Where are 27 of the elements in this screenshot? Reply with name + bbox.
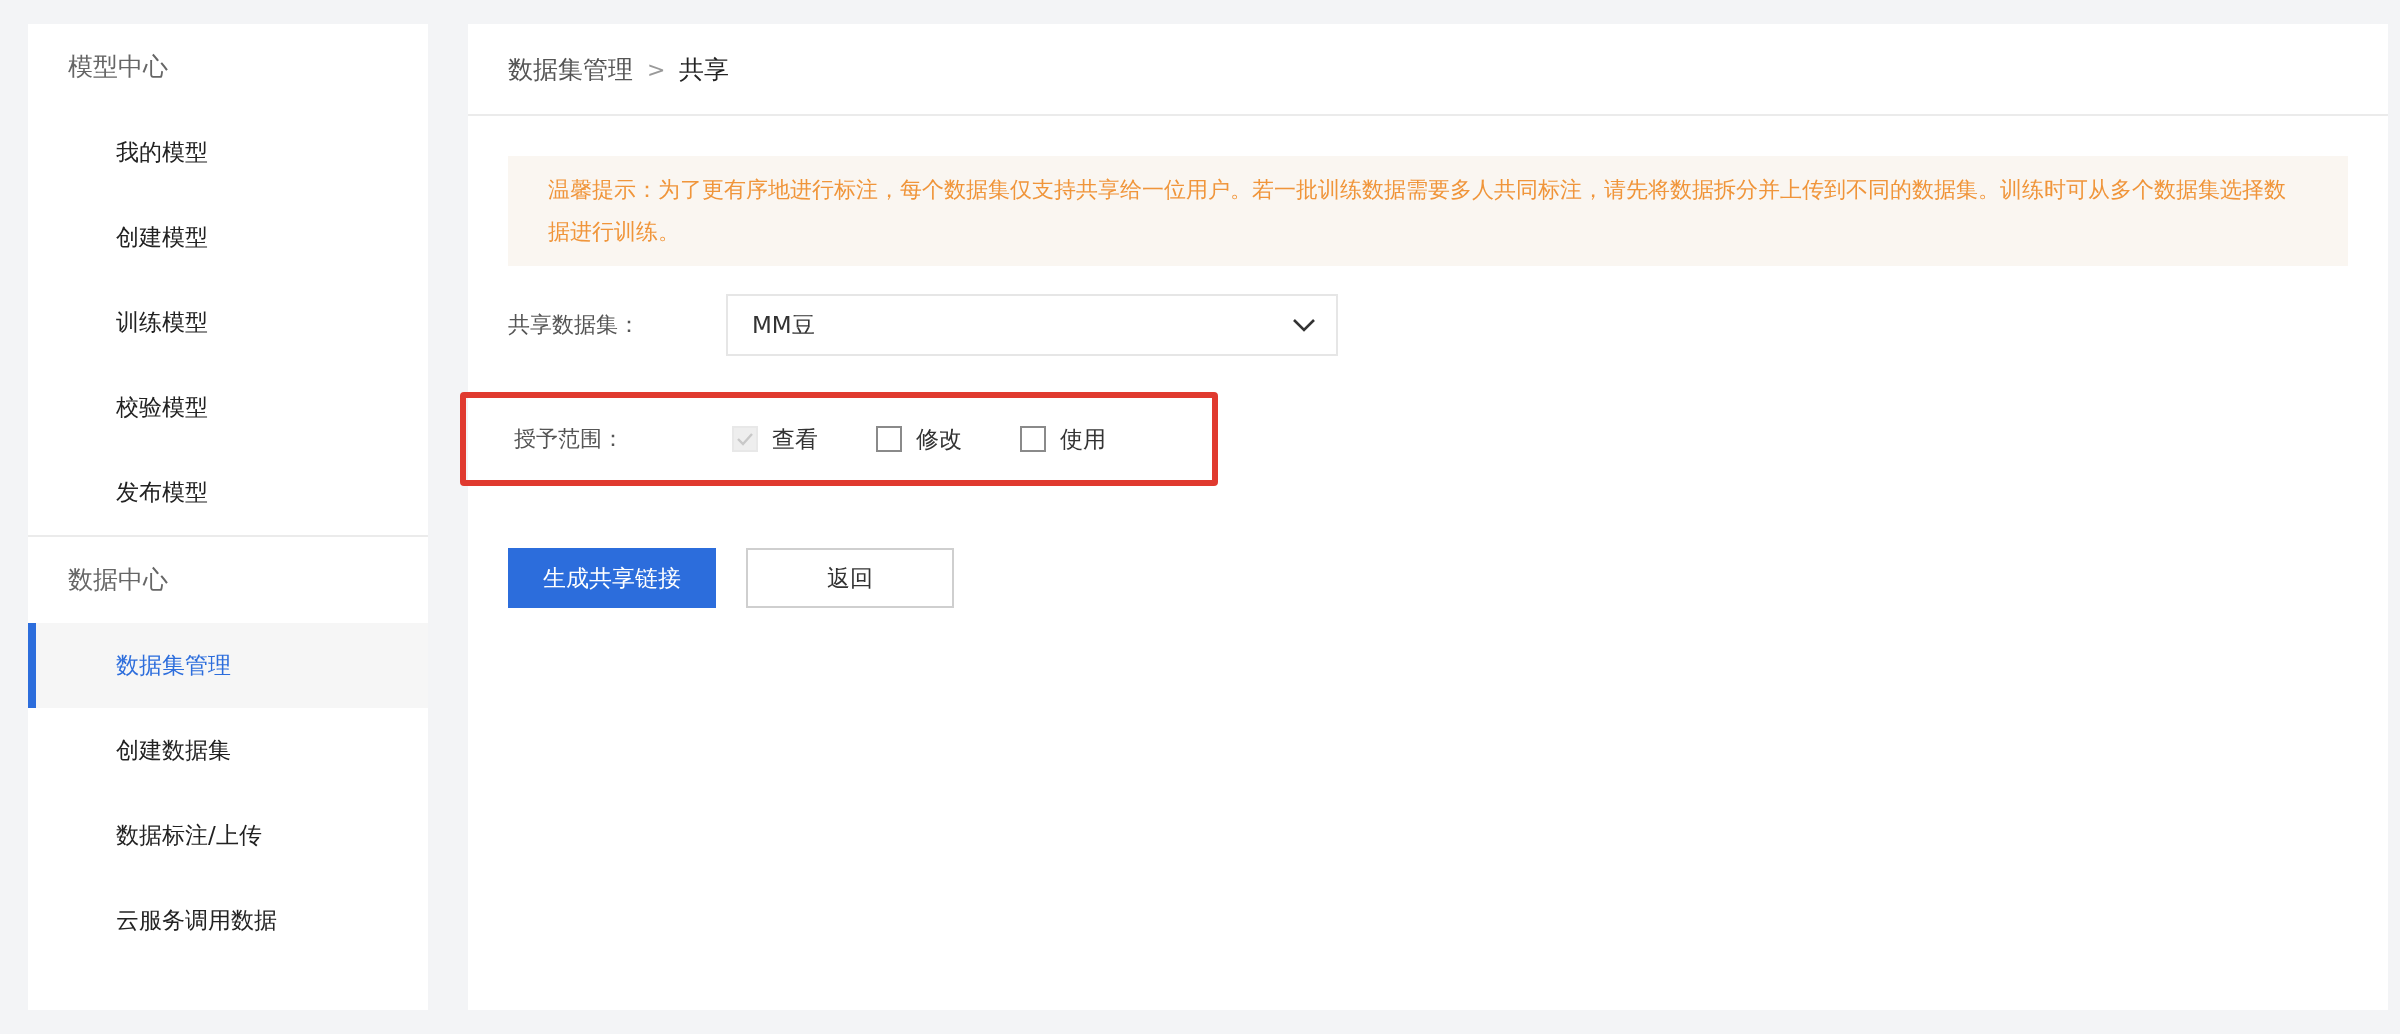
sidebar-item[interactable]: 创建数据集 [28, 708, 428, 793]
notice-banner: 温馨提示：为了更有序地进行标注，每个数据集仅支持共享给一位用户。若一批训练数据需要多人共同标注，请先将数据拆分并上传到不同的数据集。训练时可从多个数据集选择数据进行训练。 [508, 156, 2348, 266]
breadcrumb-current: 共享 [679, 53, 730, 86]
sidebar-item[interactable]: 数据集管理 [28, 623, 428, 708]
checkbox[interactable] [1020, 426, 1046, 452]
generate-link-button[interactable]: 生成共享链接 [508, 548, 716, 608]
select-value: MM豆 [752, 310, 815, 340]
checkbox[interactable] [876, 426, 902, 452]
sidebar-item[interactable]: 我的模型 [28, 110, 428, 195]
breadcrumb-separator: > [647, 56, 666, 82]
breadcrumb-link[interactable]: 数据集管理 [508, 52, 633, 86]
field-label: 授予范围： [514, 425, 625, 453]
chevron-down-icon [1292, 318, 1316, 332]
sidebar-item[interactable]: 训练模型 [28, 280, 428, 365]
checkbox-label: 查看 [772, 424, 818, 454]
sidebar-group-title: 模型中心 [68, 51, 168, 83]
field-label: 共享数据集： [508, 311, 641, 339]
sidebar-item[interactable]: 发布模型 [28, 450, 428, 535]
sidebar-item[interactable]: 云服务调用数据 [28, 878, 428, 963]
sidebar-item[interactable]: 数据标注/上传 [28, 793, 428, 878]
dataset-select[interactable]: MM豆 [726, 294, 1338, 356]
checkbox-label: 使用 [1060, 424, 1106, 454]
sidebar-item[interactable]: 创建模型 [28, 195, 428, 280]
checkbox-label: 修改 [916, 424, 962, 454]
sidebar-item[interactable]: 校验模型 [28, 365, 428, 450]
back-button[interactable]: 返回 [746, 548, 954, 608]
sidebar-group-title: 数据中心 [68, 564, 168, 596]
